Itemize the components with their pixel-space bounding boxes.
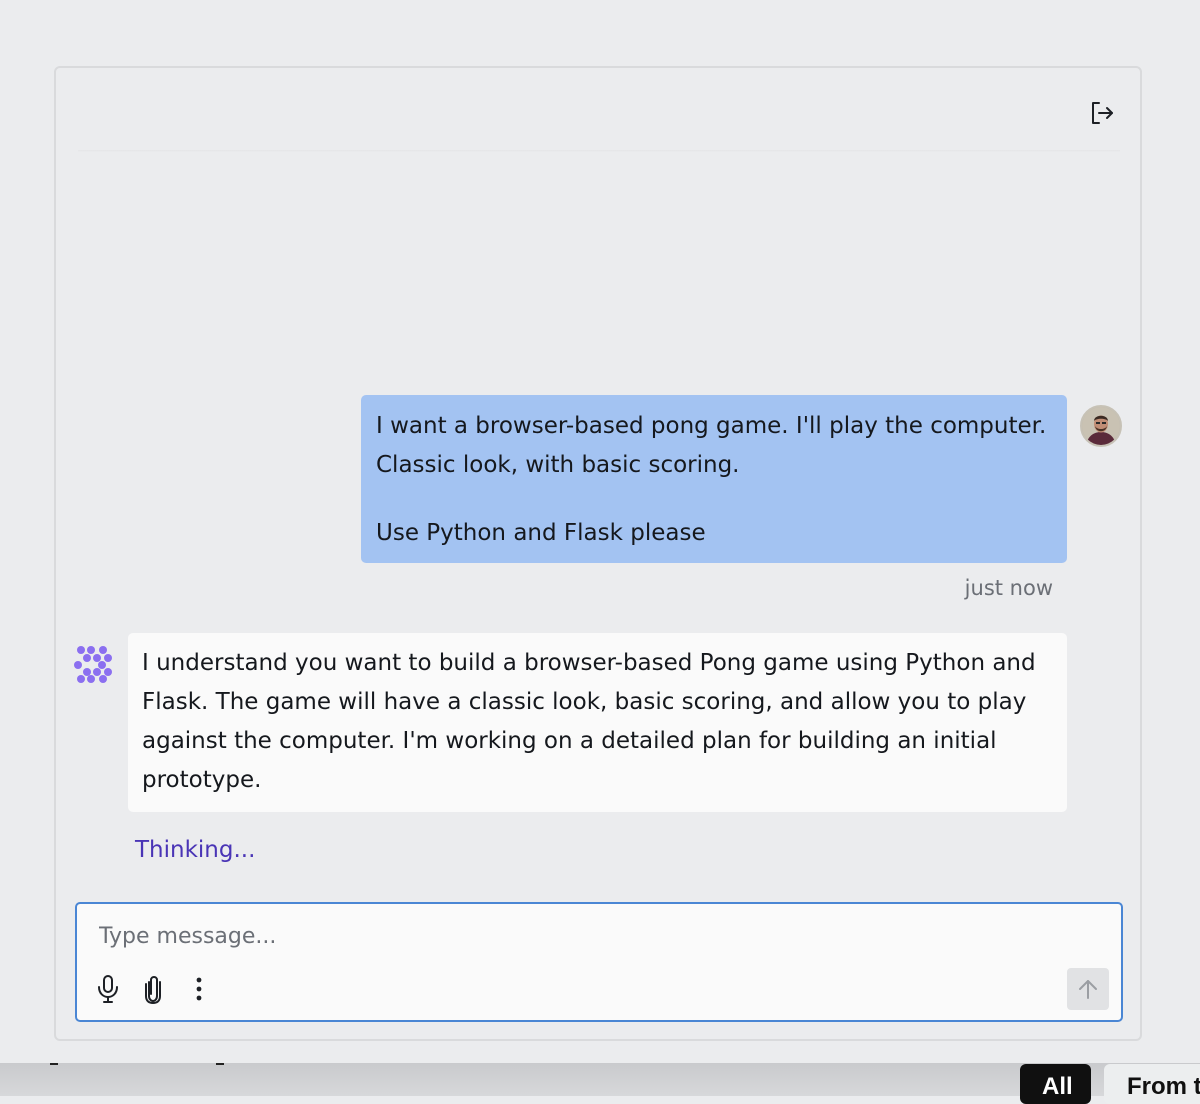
message-composer xyxy=(75,902,1123,1022)
thinking-status: Thinking... xyxy=(135,837,256,863)
user-message-bubble: I want a browser-based pong game. I'll p… xyxy=(361,395,1067,563)
filter-chip-all[interactable]: All xyxy=(1020,1064,1091,1104)
logout-icon xyxy=(1092,102,1113,124)
send-button[interactable] xyxy=(1067,968,1109,1010)
exit-button[interactable] xyxy=(1086,98,1118,128)
microphone-icon xyxy=(98,975,118,1003)
message-timestamp: just now xyxy=(964,576,1053,600)
header-divider xyxy=(78,150,1120,152)
arrow-up-icon xyxy=(1079,980,1097,999)
assistant-logo-icon xyxy=(74,644,114,684)
microphone-button[interactable] xyxy=(93,972,123,1006)
user-message-line: Classic look, with basic scoring. xyxy=(376,452,740,478)
paperclip-icon xyxy=(145,975,161,1004)
user-message-line: Use Python and Flask please xyxy=(376,520,706,546)
attach-button[interactable] xyxy=(138,972,168,1006)
assistant-message-bubble: I understand you want to build a browser… xyxy=(128,633,1067,812)
filter-chip-from[interactable]: From t xyxy=(1104,1064,1200,1104)
user-avatar xyxy=(1080,405,1122,447)
user-message-line: I want a browser-based pong game. I'll p… xyxy=(376,413,1047,439)
message-input[interactable] xyxy=(99,918,999,954)
more-vertical-icon xyxy=(196,977,202,1001)
more-options-button[interactable] xyxy=(184,972,214,1006)
